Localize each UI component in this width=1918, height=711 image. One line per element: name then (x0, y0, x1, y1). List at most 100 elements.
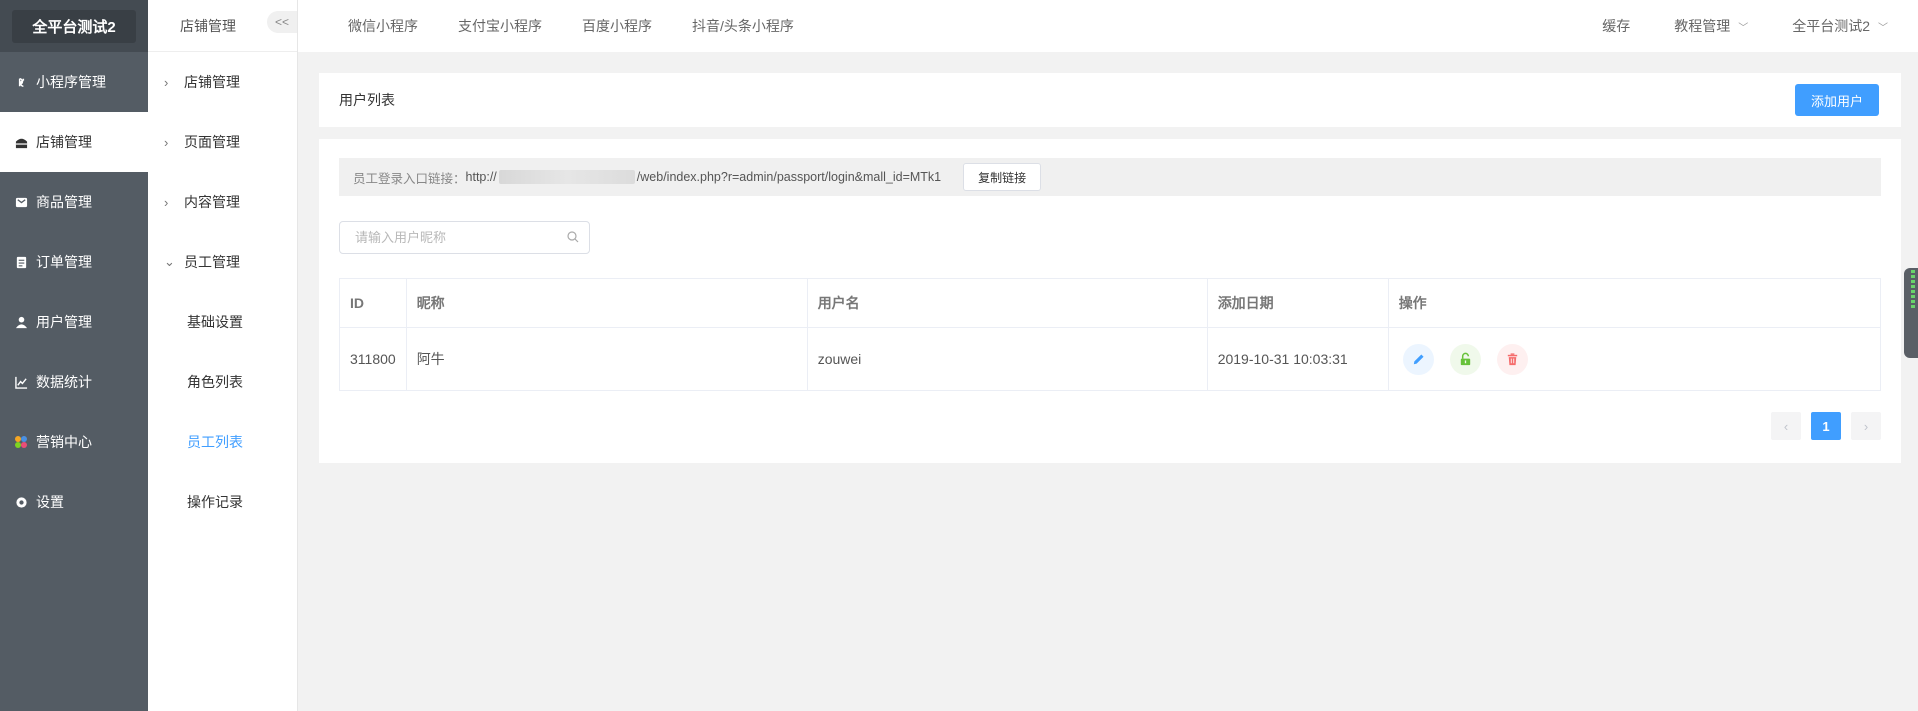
subnav-label: 员工管理 (184, 254, 240, 270)
trash-icon (1507, 352, 1517, 365)
header-nickname: 昵称 (405, 278, 808, 328)
side-widget-handle[interactable] (1904, 268, 1918, 358)
chevron-right-icon: › (164, 74, 169, 90)
nav-item-goods[interactable]: 商品管理 (0, 172, 148, 232)
collapse-button[interactable]: << (267, 11, 297, 33)
table-header-row: ID 昵称 用户名 添加日期 操作 (339, 278, 1882, 328)
login-link-url[interactable]: http:// /web/index.php?r=admin/passport/l… (465, 169, 942, 185)
cell-actions (1387, 327, 1882, 391)
tutorial-label: 教程管理 (1674, 18, 1731, 34)
goods-icon (14, 195, 28, 209)
brand-area: 全平台测试2 (0, 0, 148, 52)
nav-item-shop[interactable]: 店铺管理 (0, 112, 148, 172)
chevron-down-icon: ﹀ (1738, 22, 1749, 34)
user-table: ID 昵称 用户名 添加日期 操作 311800 阿牛 zouwei 2019-… (339, 278, 1882, 391)
nav-item-mini-program[interactable]: 小程序管理 (0, 52, 148, 112)
subnav-title: 店铺管理 (180, 17, 236, 34)
top-bar: 微信小程序 支付宝小程序 百度小程序 抖音/头条小程序 缓存 教程管理 ﹀ 全平台… (298, 0, 1918, 52)
cell-date: 2019-10-31 10:03:31 (1206, 327, 1389, 391)
search-box (339, 221, 590, 254)
brand-name[interactable]: 全平台测试2 (12, 9, 136, 43)
row-actions (1399, 343, 1870, 375)
edit-button[interactable] (1402, 343, 1434, 375)
subnav-child-role-list[interactable]: 角色列表 (148, 352, 297, 412)
shop-icon (14, 135, 28, 149)
header-date: 添加日期 (1206, 278, 1389, 328)
next-page-button[interactable]: › (1851, 412, 1881, 440)
nav-item-settings[interactable]: 设置 (0, 472, 148, 532)
nav-label: 店铺管理 (36, 134, 92, 150)
add-user-button[interactable]: 添加用户 (1794, 84, 1879, 116)
pencil-icon (1413, 353, 1424, 364)
cell-username: zouwei (806, 327, 1208, 391)
subnav-child-operation-log[interactable]: 操作记录 (148, 472, 297, 532)
account-menu[interactable]: 全平台测试2 ﹀ (1792, 16, 1888, 36)
subnav-label: 店铺管理 (184, 74, 240, 90)
nav-label: 数据统计 (36, 374, 92, 390)
page-title: 用户列表 (339, 92, 395, 108)
header-id: ID (339, 278, 407, 328)
tab-alipay[interactable]: 支付宝小程序 (458, 16, 542, 36)
nav-label: 用户管理 (36, 314, 92, 330)
header-actions: 操作 (1387, 278, 1882, 328)
nav-item-statistics[interactable]: 数据统计 (0, 352, 148, 412)
page-header-card: 用户列表 添加用户 (319, 73, 1901, 127)
chevron-right-icon: › (164, 194, 169, 210)
unlock-icon (1460, 352, 1470, 365)
subnav-item-page[interactable]: › 页面管理 (148, 112, 297, 172)
nav-label: 小程序管理 (36, 74, 106, 90)
login-link-label: 员工登录入口链接： (353, 171, 466, 186)
subnav-item-content[interactable]: › 内容管理 (148, 172, 297, 232)
subnav-item-shop[interactable]: › 店铺管理 (148, 52, 297, 112)
link-prefix: http:// (465, 169, 497, 184)
search-icon[interactable] (567, 231, 579, 243)
nav-item-user[interactable]: 用户管理 (0, 292, 148, 352)
account-label: 全平台测试2 (1792, 18, 1870, 34)
cell-id: 311800 (339, 327, 407, 391)
chevron-down-icon: ﹀ (1878, 22, 1888, 34)
delete-button[interactable] (1496, 343, 1528, 375)
tab-baidu[interactable]: 百度小程序 (582, 16, 652, 36)
main-sidebar: 全平台测试2 小程序管理 店铺管理 商品管理 订单管理 用户管理 数据统计 营销… (0, 0, 148, 711)
nav-label: 营销中心 (36, 434, 92, 450)
cache-label: 缓存 (1602, 18, 1631, 34)
tutorial-menu[interactable]: 教程管理 ﹀ (1674, 16, 1748, 36)
nav-item-order[interactable]: 订单管理 (0, 232, 148, 292)
chevron-down-icon: ⌄ (164, 254, 175, 269)
tab-wechat[interactable]: 微信小程序 (348, 16, 418, 36)
subnav-header: 店铺管理 << (148, 0, 297, 52)
link-suffix: /web/index.php?r=admin/passport/login&ma… (636, 169, 942, 184)
subnav-child-staff-list[interactable]: 员工列表 (148, 412, 297, 472)
subnav-label: 内容管理 (184, 194, 240, 210)
redacted-domain (498, 170, 635, 185)
prev-page-button[interactable]: ‹ (1771, 412, 1801, 440)
settings-icon (14, 495, 28, 509)
search-input[interactable] (340, 222, 550, 253)
header-username: 用户名 (806, 278, 1208, 328)
cache-link[interactable]: 缓存 (1602, 16, 1630, 36)
subnav-label: 页面管理 (184, 134, 240, 150)
nav-item-marketing[interactable]: 营销中心 (0, 412, 148, 472)
nav-label: 设置 (36, 494, 64, 510)
user-icon (14, 315, 28, 329)
page-number-button[interactable]: 1 (1811, 412, 1841, 440)
order-icon (14, 255, 28, 269)
unlock-button[interactable] (1449, 343, 1481, 375)
marketing-icon (14, 435, 28, 449)
main-card: 员工登录入口链接： http:// /web/index.php?r=admin/… (319, 139, 1901, 463)
nav-label: 订单管理 (36, 254, 92, 270)
pagination: ‹ 1 › (1771, 412, 1881, 440)
top-right-menu: 缓存 教程管理 ﹀ 全平台测试2 ﹀ (1602, 0, 1918, 52)
subnav-child-basic-settings[interactable]: 基础设置 (148, 292, 297, 352)
copy-link-button[interactable]: 复制链接 (963, 163, 1042, 191)
mini-program-icon (14, 75, 28, 89)
login-link-bar: 员工登录入口链接： http:// /web/index.php?r=admin/… (339, 158, 1881, 196)
chart-icon (14, 375, 28, 389)
tab-douyin[interactable]: 抖音/头条小程序 (692, 16, 794, 36)
nav-label: 商品管理 (36, 194, 92, 210)
chevron-right-icon: › (164, 134, 169, 150)
cell-nickname: 阿牛 (405, 327, 808, 391)
table-row: 311800 阿牛 zouwei 2019-10-31 10:03:31 (339, 327, 1882, 391)
secondary-sidebar: 店铺管理 << › 店铺管理 › 页面管理 › 内容管理 ⌄ 员工管理 基础设置… (148, 0, 298, 711)
subnav-item-staff[interactable]: ⌄ 员工管理 (148, 232, 297, 292)
